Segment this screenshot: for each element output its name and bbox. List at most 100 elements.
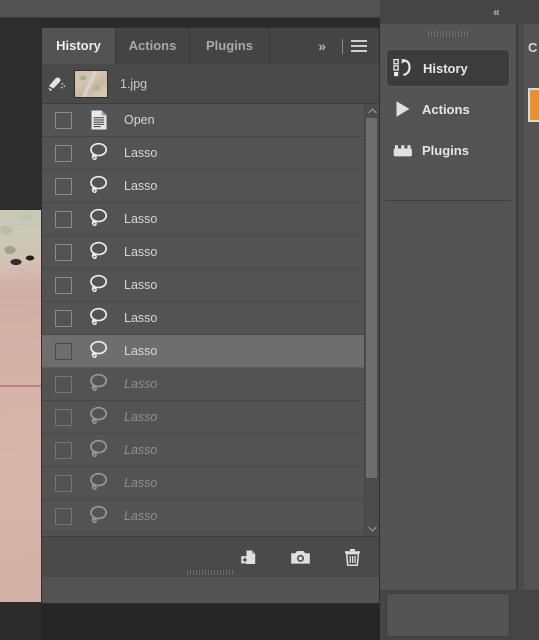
history-list-scrollbar[interactable] <box>364 104 379 536</box>
play-triangle-icon <box>386 99 420 119</box>
snapshot-source-checkbox[interactable] <box>55 276 72 294</box>
edge-panel-title: C <box>528 40 538 55</box>
lasso-tool-icon <box>86 371 112 397</box>
history-panel: History Actions Plugins » 1.jpg Open Las… <box>42 28 379 603</box>
history-brush-source-icon[interactable] <box>42 64 72 103</box>
history-state-label: Lasso <box>124 344 158 358</box>
dock-drag-grip[interactable] <box>428 31 468 37</box>
plugins-puzzle-icon <box>386 142 420 158</box>
lasso-tool-icon <box>86 272 112 298</box>
dock-item-list: History Actions Plugins <box>380 46 516 172</box>
canvas-image-grain <box>0 210 41 640</box>
lasso-tool-icon <box>86 239 112 265</box>
history-icon <box>387 58 421 78</box>
open-document-icon <box>86 107 112 133</box>
history-state-label: Lasso <box>124 476 158 490</box>
collapse-panels-icon[interactable]: « <box>485 4 507 20</box>
panel-resize-grip[interactable] <box>186 570 235 575</box>
snapshot-source-checkbox[interactable] <box>55 507 72 525</box>
snapshot-source-checkbox[interactable] <box>55 474 72 492</box>
lasso-tool-icon <box>86 173 112 199</box>
new-document-from-state-icon[interactable] <box>237 546 259 568</box>
tab-plugins[interactable]: Plugins <box>190 28 270 64</box>
scrollbar-thumb[interactable] <box>366 118 377 478</box>
lasso-tool-icon <box>86 206 112 232</box>
dock-top-bar <box>380 0 539 24</box>
snapshot-source-checkbox[interactable] <box>55 375 72 393</box>
tab-actions[interactable]: Actions <box>116 28 190 64</box>
toolbar-divider <box>342 38 343 54</box>
history-states-rows: Open Lasso Lasso Lasso Lasso Lasso Lasso Lasso L… <box>42 104 379 533</box>
snapshot-source-checkbox[interactable] <box>55 111 72 129</box>
overflow-chevron-icon[interactable]: » <box>312 28 334 64</box>
lasso-tool-icon <box>86 140 112 166</box>
history-state-row[interactable]: Lasso <box>42 170 379 203</box>
history-state-row[interactable]: Lasso <box>42 236 379 269</box>
history-state-label: Lasso <box>124 311 158 325</box>
document-name-label: 1.jpg <box>120 76 148 91</box>
document-top-bar <box>0 0 380 18</box>
history-state-label: Lasso <box>124 443 158 457</box>
history-state-label: Lasso <box>124 410 158 424</box>
lasso-tool-icon <box>86 470 112 496</box>
history-state-row[interactable]: Lasso <box>42 434 379 467</box>
dock-item-actions[interactable]: Actions <box>386 90 510 128</box>
lasso-tool-icon <box>86 503 112 529</box>
history-state-label: Lasso <box>124 509 158 523</box>
history-panel-footer <box>42 536 379 577</box>
snapshot-source-checkbox[interactable] <box>55 441 72 459</box>
snapshot-source-checkbox[interactable] <box>55 210 72 228</box>
tab-history[interactable]: History <box>42 28 116 64</box>
history-state-label: Lasso <box>124 212 158 226</box>
lasso-tool-icon <box>86 437 112 463</box>
dock-item-history[interactable]: History <box>386 49 510 87</box>
tab-plugins-label: Plugins <box>206 38 253 53</box>
snapshot-source-checkbox[interactable] <box>55 243 72 261</box>
history-state-row[interactable]: Lasso <box>42 500 379 533</box>
chevron-down-icon[interactable] <box>365 522 379 536</box>
panel-tab-strip: History Actions Plugins » <box>42 28 379 64</box>
snapshot-source-checkbox[interactable] <box>55 309 72 327</box>
history-state-label: Lasso <box>124 377 158 391</box>
dock-item-actions-label: Actions <box>422 101 470 117</box>
snapshot-source-checkbox[interactable] <box>55 408 72 426</box>
history-state-label: Lasso <box>124 278 158 292</box>
canvas-empty-region <box>0 18 41 210</box>
chevron-up-icon[interactable] <box>365 104 379 118</box>
scrollbar-track[interactable] <box>365 118 379 522</box>
history-state-label: Lasso <box>124 179 158 193</box>
snapshot-source-checkbox[interactable] <box>55 342 72 360</box>
history-state-row[interactable]: Open <box>42 104 379 137</box>
dock-item-history-label: History <box>423 60 468 76</box>
document-bottom-left-strip <box>0 602 42 640</box>
panel-tab-tools: » <box>312 28 373 64</box>
history-source-header: 1.jpg <box>42 64 379 104</box>
history-state-row[interactable]: Lasso <box>42 137 379 170</box>
history-states-list[interactable]: Open Lasso Lasso Lasso Lasso Lasso Lasso Lasso L… <box>42 104 379 536</box>
history-state-row[interactable]: Lasso <box>42 368 379 401</box>
document-top-divider <box>0 17 380 18</box>
photoshop-window: History Actions Plugins » 1.jpg Open Las… <box>0 0 539 640</box>
history-state-row[interactable]: Lasso <box>42 401 379 434</box>
history-state-row[interactable]: Lasso <box>42 467 379 500</box>
history-state-row[interactable]: Lasso <box>42 203 379 236</box>
lasso-tool-icon <box>86 338 112 364</box>
canvas-image-crack-line <box>0 385 41 387</box>
snapshot-source-checkbox[interactable] <box>55 177 72 195</box>
right-panel-dock: « History Actions Plugins <box>380 0 539 640</box>
foreground-color-swatch[interactable] <box>528 88 539 122</box>
dock-item-plugins[interactable]: Plugins <box>386 131 510 169</box>
dock-bottom-panel <box>386 593 510 637</box>
dock-item-plugins-label: Plugins <box>422 142 469 158</box>
tab-history-label: History <box>56 38 101 53</box>
camera-icon[interactable] <box>289 546 311 568</box>
hamburger-menu-icon[interactable] <box>351 40 367 52</box>
history-state-row[interactable]: Lasso <box>42 335 379 368</box>
document-thumbnail <box>74 69 108 98</box>
history-state-row[interactable]: Lasso <box>42 302 379 335</box>
snapshot-source-checkbox[interactable] <box>55 144 72 162</box>
history-state-row[interactable]: Lasso <box>42 269 379 302</box>
document-bottom-bar <box>42 602 380 640</box>
dock-panel-body: History Actions Plugins <box>380 24 517 590</box>
trash-icon[interactable] <box>341 546 363 568</box>
